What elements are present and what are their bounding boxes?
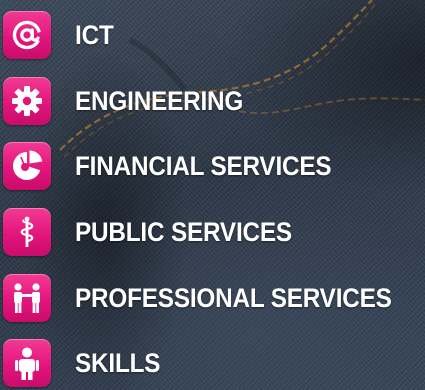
sector-item-ict[interactable]: ICT	[3, 10, 421, 60]
pie-chart-icon	[3, 142, 51, 190]
sector-label: PROFESSIONAL SERVICES	[75, 282, 392, 313]
caduceus-icon	[3, 208, 51, 256]
sector-item-professional-services[interactable]: PROFESSIONAL SERVICES	[3, 273, 421, 323]
handshake-people-icon	[3, 274, 51, 322]
gear-icon	[3, 77, 51, 125]
sector-item-engineering[interactable]: ENGINEERING	[3, 76, 421, 126]
sector-item-financial-services[interactable]: FINANCIAL SERVICES	[3, 141, 421, 191]
sector-label: ENGINEERING	[75, 85, 244, 116]
sector-item-skills[interactable]: SKILLS	[3, 338, 421, 388]
sector-label: FINANCIAL SERVICES	[75, 150, 332, 181]
at-sign-icon	[3, 11, 51, 59]
sector-label: SKILLS	[75, 347, 161, 378]
sector-item-public-services[interactable]: PUBLIC SERVICES	[3, 207, 421, 257]
sector-label: ICT	[75, 19, 114, 50]
person-icon	[3, 339, 51, 387]
sector-label: PUBLIC SERVICES	[75, 216, 292, 247]
